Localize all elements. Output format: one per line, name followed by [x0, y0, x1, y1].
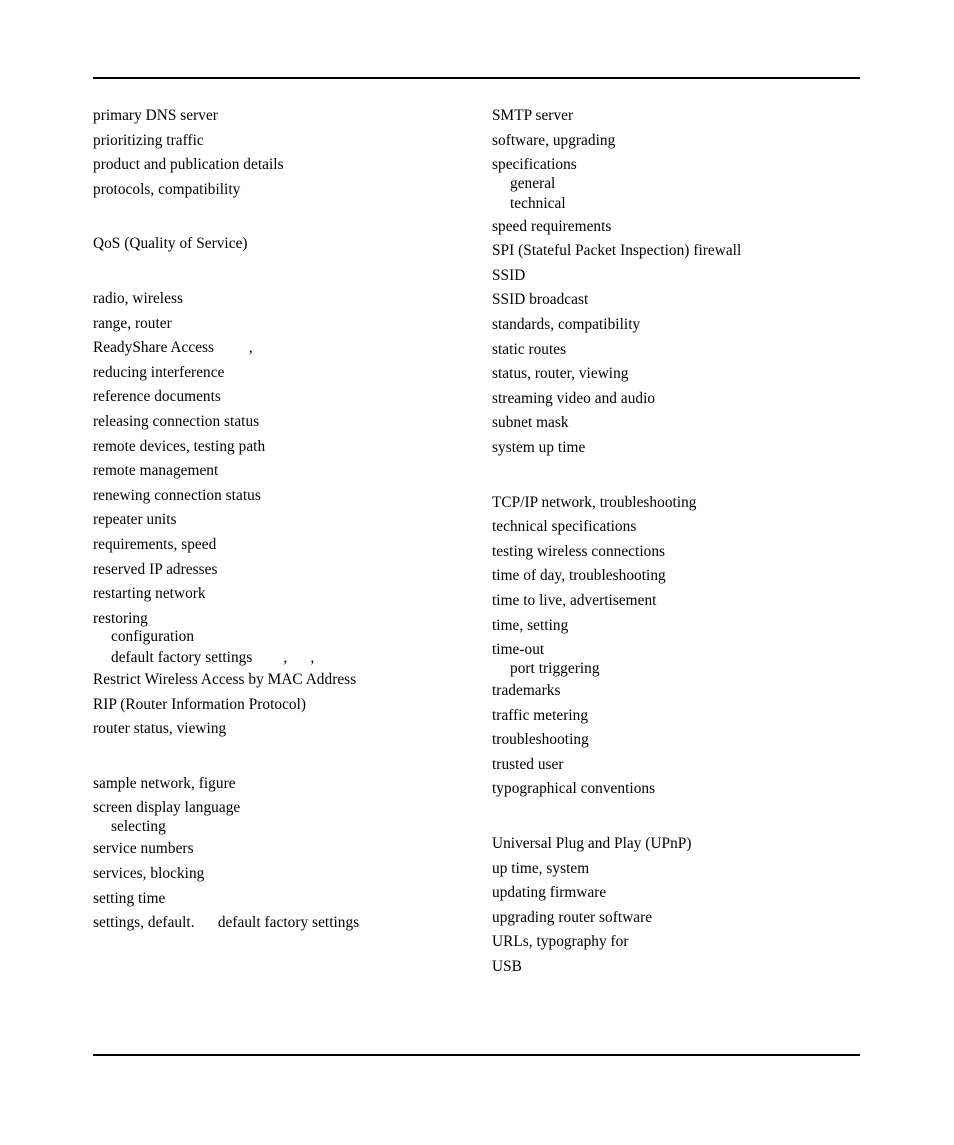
- index-subentry[interactable]: default factory settings , ,: [93, 648, 473, 668]
- index-entry[interactable]: standards, compatibility: [492, 313, 872, 338]
- index-entry[interactable]: system up time: [492, 436, 872, 461]
- index-entry[interactable]: SSID broadcast: [492, 288, 872, 313]
- index-entry[interactable]: reducing interference: [93, 361, 473, 386]
- index-entry[interactable]: time, setting: [492, 614, 872, 639]
- index-entry[interactable]: prioritizing traffic: [93, 129, 473, 154]
- index-entry[interactable]: time of day, troubleshooting: [492, 564, 872, 589]
- index-subentry[interactable]: technical: [492, 194, 872, 214]
- index-column-left: primary DNS server prioritizing traffic pr…: [93, 104, 473, 936]
- index-entry[interactable]: trademarks: [492, 679, 872, 704]
- index-entry[interactable]: technical specifications: [492, 515, 872, 540]
- index-entry[interactable]: RIP (Router Information Protocol): [93, 693, 473, 718]
- index-entry[interactable]: software, upgrading: [492, 129, 872, 154]
- index-group-p: primary DNS server prioritizing traffic pr…: [93, 104, 473, 202]
- index-entry[interactable]: QoS (Quality of Service): [93, 232, 473, 257]
- index-entry[interactable]: settings, default. default factory setti…: [93, 911, 473, 936]
- index-entry[interactable]: ReadyShare Access ,: [93, 336, 473, 361]
- index-entry[interactable]: reserved IP adresses: [93, 558, 473, 583]
- index-entry[interactable]: service numbers: [93, 837, 473, 862]
- index-entry[interactable]: static routes: [492, 338, 872, 363]
- index-group-u: Universal Plug and Play (UPnP) up time, s…: [492, 832, 872, 980]
- index-subentry[interactable]: general: [492, 174, 872, 194]
- index-entry[interactable]: Restrict Wireless Access by MAC Address: [93, 668, 473, 693]
- index-group-s: sample network, figure screen display lan…: [93, 772, 473, 936]
- index-subentry[interactable]: port triggering: [492, 659, 872, 679]
- index-entry[interactable]: services, blocking: [93, 862, 473, 887]
- index-entry[interactable]: requirements, speed: [93, 533, 473, 558]
- index-entry[interactable]: reference documents: [93, 385, 473, 410]
- index-entry[interactable]: testing wireless connections: [492, 540, 872, 565]
- index-entry[interactable]: troubleshooting: [492, 728, 872, 753]
- index-entry[interactable]: remote devices, testing path: [93, 435, 473, 460]
- index-entry[interactable]: renewing connection status: [93, 484, 473, 509]
- index-entry[interactable]: protocols, compatibility: [93, 178, 473, 203]
- index-entry[interactable]: primary DNS server: [93, 104, 473, 129]
- index-entry[interactable]: USB: [492, 955, 872, 980]
- index-entry[interactable]: URLs, typography for: [492, 930, 872, 955]
- index-entry[interactable]: typographical conventions: [492, 777, 872, 802]
- index-entry[interactable]: up time, system: [492, 857, 872, 882]
- index-entry[interactable]: SPI (Stateful Packet Inspection) firewal…: [492, 239, 872, 264]
- index-entry[interactable]: setting time: [93, 887, 473, 912]
- index-column-right: SMTP server software, upgrading specificat…: [492, 104, 872, 980]
- index-entry[interactable]: time to live, advertisement: [492, 589, 872, 614]
- index-entry[interactable]: trusted user: [492, 753, 872, 778]
- index-entry[interactable]: product and publication details: [93, 153, 473, 178]
- index-entry[interactable]: upgrading router software: [492, 906, 872, 931]
- index-entry[interactable]: status, router, viewing: [492, 362, 872, 387]
- index-subentry[interactable]: configuration: [93, 627, 473, 647]
- index-group-r: radio, wireless range, router ReadyShare A…: [93, 287, 473, 742]
- index-entry[interactable]: SSID: [492, 264, 872, 289]
- index-group-q: QoS (Quality of Service): [93, 232, 473, 257]
- index-entry[interactable]: speed requirements: [492, 215, 872, 240]
- index-group-t: TCP/IP network, troubleshooting technical…: [492, 491, 872, 803]
- index-group-s: SMTP server software, upgrading specificat…: [492, 104, 872, 461]
- index-entry[interactable]: range, router: [93, 312, 473, 337]
- index-entry[interactable]: TCP/IP network, troubleshooting: [492, 491, 872, 516]
- header-divider-rule: [93, 77, 860, 79]
- index-entry[interactable]: repeater units: [93, 508, 473, 533]
- index-entry[interactable]: Universal Plug and Play (UPnP): [492, 832, 872, 857]
- index-entry[interactable]: SMTP server: [492, 104, 872, 129]
- index-entry[interactable]: releasing connection status: [93, 410, 473, 435]
- index-entry[interactable]: streaming video and audio: [492, 387, 872, 412]
- index-entry[interactable]: remote management: [93, 459, 473, 484]
- index-entry[interactable]: subnet mask: [492, 411, 872, 436]
- footer-divider-rule: [93, 1054, 860, 1056]
- index-entry[interactable]: router status, viewing: [93, 717, 473, 742]
- index-subentry[interactable]: selecting: [93, 817, 473, 837]
- index-page: primary DNS server prioritizing traffic pr…: [0, 0, 954, 1145]
- index-entry[interactable]: traffic metering: [492, 704, 872, 729]
- index-entry[interactable]: radio, wireless: [93, 287, 473, 312]
- index-entry[interactable]: sample network, figure: [93, 772, 473, 797]
- index-entry[interactable]: restarting network: [93, 582, 473, 607]
- index-entry[interactable]: updating firmware: [492, 881, 872, 906]
